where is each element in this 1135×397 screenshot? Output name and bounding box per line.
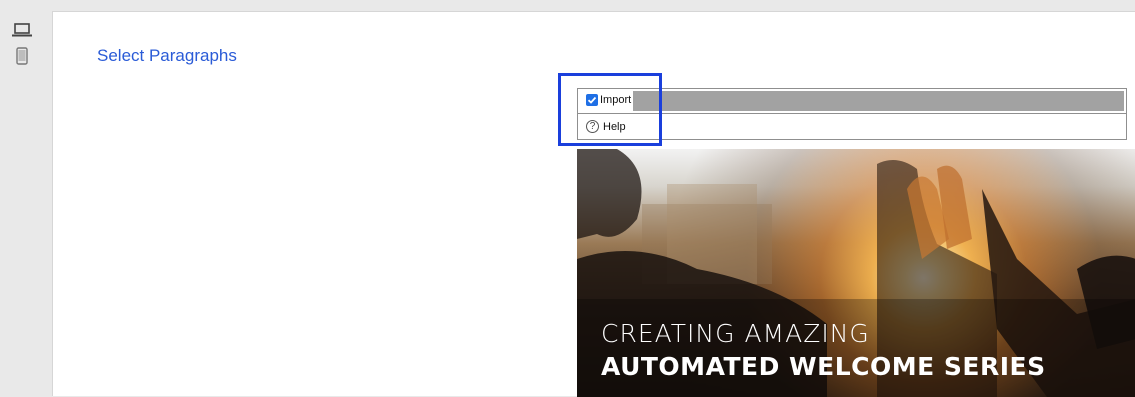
hero-headline-line1: CREATING AMAZING: [601, 319, 870, 348]
hero-headline-line2: AUTOMATED WELCOME SERIES: [601, 352, 1046, 381]
toolbar-gray-strip: [633, 91, 1124, 111]
desktop-view-button[interactable]: [11, 20, 33, 40]
phone-icon: [16, 47, 28, 65]
hero-image: CREATING AMAZING AUTOMATED WELCOME SERIE…: [577, 149, 1135, 397]
select-paragraphs-link[interactable]: Select Paragraphs: [97, 46, 237, 66]
device-sidebar: [0, 0, 42, 396]
laptop-icon: [12, 22, 32, 36]
import-highlight-box: [558, 73, 662, 146]
editor-canvas: Select Paragraphs Import ? Help CREATING…: [52, 11, 1135, 397]
mobile-view-button[interactable]: [11, 46, 33, 66]
